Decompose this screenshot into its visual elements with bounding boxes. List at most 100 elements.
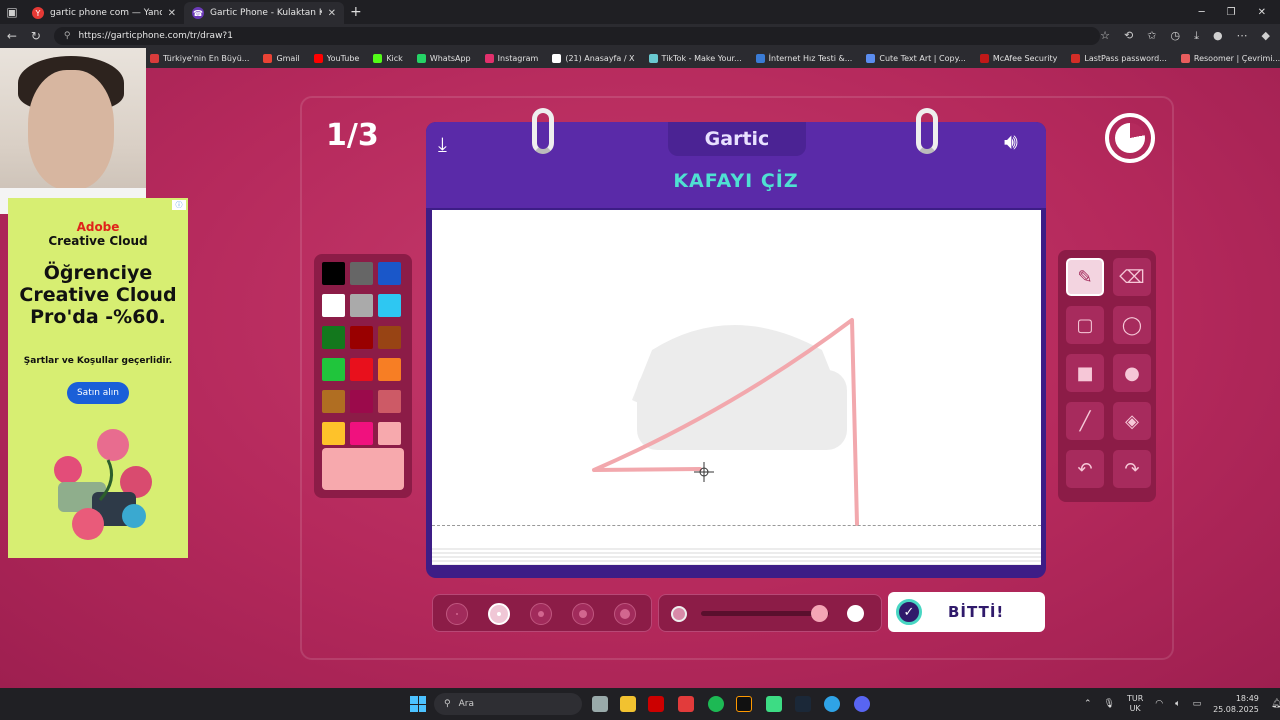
bookmarks-bar: Türkiye'nin En Büyü... Gmail YouTube Kick Wh… (146, 48, 1280, 68)
bookmark-item[interactable]: Cute Text Art | Copy... (866, 53, 966, 63)
adobe-ad[interactable]: ⓘ Adobe Creative Cloud Öğrenciye Creativ… (8, 198, 188, 558)
steam-icon[interactable] (795, 696, 811, 712)
color-swatch[interactable] (350, 390, 373, 413)
menu-icon[interactable]: ⋯ (1237, 29, 1248, 43)
color-swatch[interactable] (350, 294, 373, 317)
color-swatch[interactable] (378, 262, 401, 285)
task-view-icon[interactable] (592, 696, 608, 712)
volume-icon[interactable]: 🔊︎ (1004, 130, 1018, 155)
tray-overflow-icon[interactable]: ⌃ (1084, 699, 1092, 709)
rectangle-filled-icon[interactable]: ■ (1066, 354, 1104, 392)
bookmark-item[interactable]: WhatsApp (416, 53, 471, 63)
brush-size-option[interactable] (572, 603, 594, 625)
discord-icon[interactable] (854, 696, 870, 712)
url-field[interactable]: ⚲ https://garticphone.com/tr/draw?1 (53, 27, 1101, 45)
site-info-icon[interactable]: ⚲ (64, 31, 71, 41)
bookmark-item[interactable]: (21) Anasayfa / X (552, 53, 635, 63)
bookmark-item[interactable]: Resoomer | Çevrimi... (1180, 53, 1280, 63)
close-tab-icon[interactable]: ✕ (328, 8, 336, 19)
volume-tray-icon[interactable]: 🔈︎ (1175, 699, 1180, 709)
color-swatch[interactable] (350, 262, 373, 285)
copilot-icon[interactable]: ◆ (1262, 29, 1270, 43)
reload-icon[interactable]: ↻ (24, 29, 48, 43)
bookmark-item[interactable]: İnternet Hız Testi &... (755, 53, 852, 63)
bookmark-item[interactable]: Kick (373, 53, 403, 63)
color-swatch[interactable] (350, 422, 373, 445)
ad-choices-icon[interactable]: ⓘ (172, 200, 186, 210)
bookmark-item[interactable]: Gmail (263, 53, 300, 63)
undo-icon[interactable]: ↶ (1066, 450, 1104, 488)
gartic-favicon-icon: ☎ (192, 7, 204, 19)
language-indicator[interactable]: TUR UK (1127, 694, 1143, 714)
color-swatch[interactable] (322, 294, 345, 317)
bookmark-item[interactable]: McAfee Security (979, 53, 1057, 63)
done-button[interactable]: ✓ BİTTİ! (888, 592, 1045, 632)
new-tab-icon[interactable]: + (350, 4, 362, 20)
rectangle-outline-icon[interactable]: ▢ (1066, 306, 1104, 344)
brush-size-option[interactable] (446, 603, 468, 625)
bookmark-item[interactable]: LastPass password... (1071, 53, 1167, 63)
extensions-icon[interactable]: ⟲ (1124, 29, 1133, 43)
app-dark-icon[interactable] (736, 696, 752, 712)
bookmark-item[interactable]: TikTok - Make Your... (648, 53, 742, 63)
profile-avatar-icon[interactable]: ● (1213, 29, 1223, 43)
tab-yandex[interactable]: Y gartic phone com — Yandex: 1 m ✕ (24, 2, 184, 24)
file-explorer-icon[interactable] (620, 696, 636, 712)
taskbar-search[interactable]: ⚲ Ara (434, 693, 582, 715)
color-swatch[interactable] (378, 326, 401, 349)
color-swatch[interactable] (378, 422, 401, 445)
back-icon[interactable]: ← (0, 29, 24, 43)
ad-cta-button[interactable]: Satın alın (67, 382, 129, 404)
downloads-icon[interactable]: ⤓ (1194, 29, 1199, 43)
brush-size-option[interactable] (488, 603, 510, 625)
pencil-icon[interactable]: ✎ (1066, 258, 1104, 296)
opacity-knob[interactable] (810, 605, 828, 622)
tab-gartic-phone[interactable]: ☎ Gartic Phone - Kulaktan Kulağa ✕ (184, 2, 344, 24)
bookmark-item[interactable]: Instagram (484, 53, 538, 63)
wifi-icon[interactable]: ◠ (1155, 699, 1163, 709)
bookmark-item[interactable]: YouTube (313, 53, 359, 63)
opacity-track[interactable] (701, 611, 829, 616)
close-tab-icon[interactable]: ✕ (168, 8, 176, 19)
app-red-diamond-icon[interactable] (678, 696, 694, 712)
bookmark-item[interactable]: Türkiye'nin En Büyü... (150, 53, 249, 63)
spotify-icon[interactable] (708, 696, 724, 712)
line-icon[interactable]: ╱ (1066, 402, 1104, 440)
color-swatch[interactable] (322, 358, 345, 381)
redo-icon[interactable]: ↷ (1113, 450, 1151, 488)
microphone-icon[interactable]: 🎙︎ (1104, 699, 1115, 709)
color-swatch[interactable] (350, 358, 373, 381)
color-swatch[interactable] (350, 326, 373, 349)
minimize-icon[interactable]: ─ (1199, 7, 1205, 18)
eraser-icon[interactable]: ⌫ (1113, 258, 1151, 296)
color-swatch[interactable] (322, 326, 345, 349)
color-swatch[interactable] (378, 358, 401, 381)
brush-size-option[interactable] (530, 603, 552, 625)
close-window-icon[interactable]: ✕ (1258, 7, 1266, 18)
color-swatch[interactable] (322, 390, 345, 413)
favorites-icon[interactable]: ✩ (1147, 29, 1156, 43)
webcam-overlay (0, 48, 146, 214)
ellipse-outline-icon[interactable]: ◯ (1113, 306, 1151, 344)
color-swatch[interactable] (378, 390, 401, 413)
tab-actions-icon[interactable]: ▣ (0, 5, 24, 19)
clock[interactable]: 18:49 25.08.2025 (1213, 693, 1259, 715)
history-icon[interactable]: ◷ (1170, 29, 1180, 43)
ellipse-filled-icon[interactable]: ● (1113, 354, 1151, 392)
fill-bucket-icon[interactable]: ◈ (1113, 402, 1151, 440)
color-swatch[interactable] (322, 422, 345, 445)
netflix-icon[interactable] (648, 696, 664, 712)
current-color-swatch[interactable] (322, 448, 404, 490)
restore-icon[interactable]: ❐ (1227, 7, 1236, 18)
bookmark-star-icon[interactable]: ☆ (1100, 29, 1110, 43)
brush-size-option[interactable] (614, 603, 636, 625)
color-swatch[interactable] (322, 262, 345, 285)
windows-start-icon[interactable] (410, 696, 426, 712)
edge-icon[interactable] (824, 696, 840, 712)
download-icon[interactable]: ⤓ (438, 132, 447, 156)
battery-icon[interactable]: ▭ (1193, 699, 1202, 709)
drawing-canvas[interactable] (432, 210, 1041, 565)
color-swatch[interactable] (378, 294, 401, 317)
app-green-icon[interactable] (766, 696, 782, 712)
notification-icon[interactable]: 🔔︎ (1271, 699, 1280, 709)
